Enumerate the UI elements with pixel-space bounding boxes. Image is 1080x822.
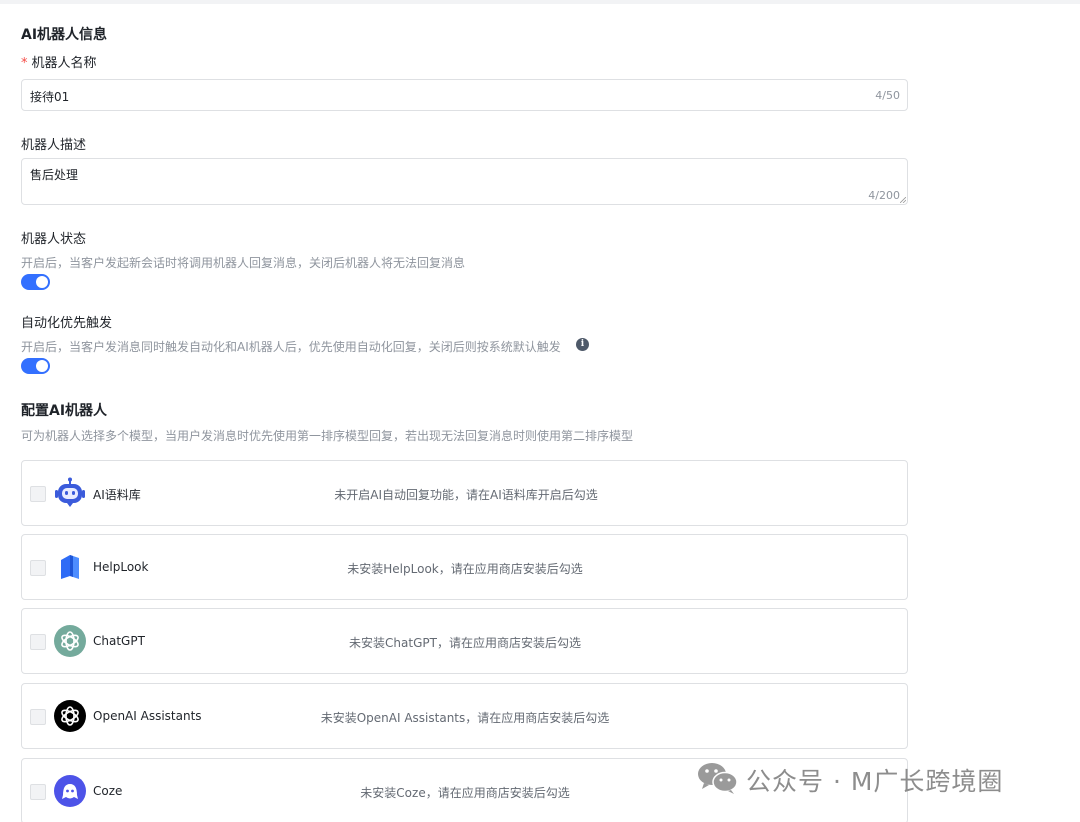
toggle-knob (36, 360, 48, 372)
chatgpt-icon (54, 625, 86, 657)
status-help: 开启后，当客户发起新会话时将调用机器人回复消息，关闭后机器人将无法回复消息 (21, 256, 466, 270)
name-label-row: * 机器人名称 (21, 52, 97, 71)
model-status: 未开启AI自动回复功能，请在AI语料库开启后勾选 (334, 488, 598, 502)
description-char-counter: 4/200 (868, 189, 900, 202)
model-checkbox[interactable] (30, 486, 46, 502)
description-value: 售后处理 (30, 168, 79, 182)
model-name: OpenAI Assistants (93, 709, 202, 723)
description-label: 机器人描述 (21, 138, 87, 153)
robot-icon (55, 477, 85, 507)
resize-grip-icon[interactable] (900, 197, 906, 203)
watermark-text: 公众号 · M广长跨境圈 (746, 767, 1004, 796)
wechat-icon (698, 763, 738, 794)
model-name: ChatGPT (93, 634, 145, 648)
model-status: 未安装ChatGPT，请在应用商店安装后勾选 (349, 636, 581, 650)
name-char-counter: 4/50 (875, 89, 900, 102)
info-icon[interactable]: i (576, 338, 589, 351)
model-status: 未安装OpenAI Assistants，请在应用商店安装后勾选 (320, 711, 610, 725)
section-title-config: 配置AI机器人 (21, 403, 108, 419)
name-input[interactable]: 接待01 4/50 (21, 79, 908, 111)
automation-label: 自动化优先触发 (21, 316, 113, 331)
toggle-knob (36, 276, 48, 288)
model-card-ai-corpus[interactable]: AI语料库 未开启AI自动回复功能，请在AI语料库开启后勾选 (21, 460, 908, 526)
automation-toggle[interactable] (21, 358, 50, 374)
name-input-value: 接待01 (30, 90, 70, 104)
model-card-helplook[interactable]: HelpLook 未安装HelpLook，请在应用商店安装后勾选 (21, 534, 908, 600)
status-toggle[interactable] (21, 274, 50, 290)
model-card-chatgpt[interactable]: ChatGPT 未安装ChatGPT，请在应用商店安装后勾选 (21, 608, 908, 674)
status-label: 机器人状态 (21, 232, 87, 247)
section-title-info: AI机器人信息 (21, 27, 108, 43)
model-name: HelpLook (93, 560, 149, 574)
config-help: 可为机器人选择多个模型，当用户发消息时优先使用第一排序模型回复，若出现无法回复消… (21, 429, 634, 443)
description-textarea[interactable]: 售后处理 4/200 (21, 158, 908, 205)
model-checkbox[interactable] (30, 784, 46, 800)
model-card-openai-assistants[interactable]: OpenAI Assistants 未安装OpenAI Assistants，请… (21, 683, 908, 749)
model-name: Coze (93, 784, 123, 798)
model-checkbox[interactable] (30, 634, 46, 650)
openai-icon (54, 700, 86, 732)
model-checkbox[interactable] (30, 709, 46, 725)
top-divider (0, 0, 1080, 4)
name-label: 机器人名称 (31, 56, 97, 71)
required-mark: * (21, 56, 28, 71)
helplook-icon (61, 555, 79, 579)
automation-help: 开启后，当客户发消息同时触发自动化和AI机器人后，优先使用自动化回复，关闭后则按… (21, 340, 561, 354)
watermark: 公众号 · M广长跨境圈 (696, 760, 1056, 798)
model-name: AI语料库 (93, 488, 141, 502)
model-status: 未安装Coze，请在应用商店安装后勾选 (360, 786, 570, 800)
model-checkbox[interactable] (30, 560, 46, 576)
model-status: 未安装HelpLook，请在应用商店安装后勾选 (347, 562, 583, 576)
coze-icon (54, 775, 86, 807)
